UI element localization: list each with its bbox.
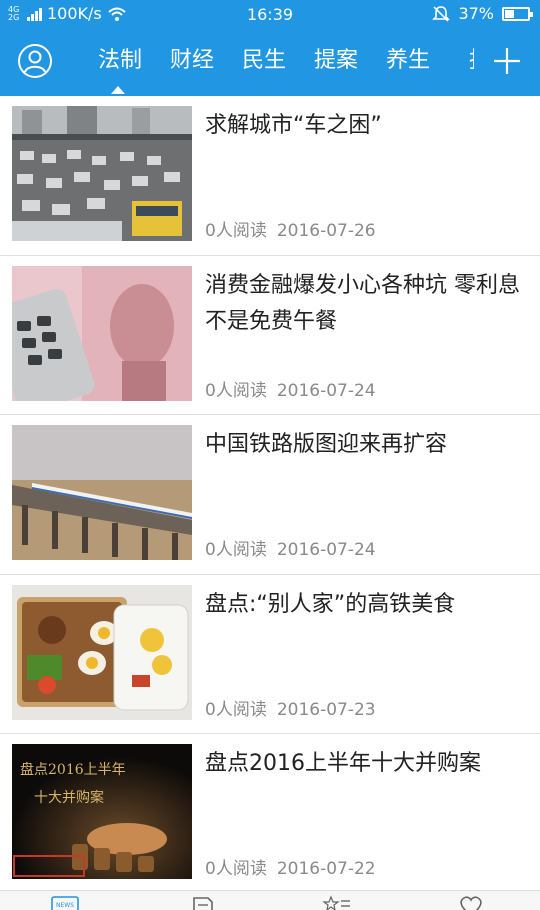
bottom-nav: NEWS	[0, 890, 540, 910]
article-thumbnail-traffic	[12, 106, 192, 241]
read-count: 0人阅读	[205, 221, 267, 241]
publish-date: 2016-07-26	[276, 221, 376, 241]
publish-date: 2016-07-22	[276, 859, 376, 879]
article-meta: 0人阅读 2016-07-26	[205, 216, 376, 241]
read-count: 0人阅读	[205, 859, 267, 879]
publish-date: 2016-07-23	[276, 699, 376, 720]
status-right: 37%	[432, 4, 533, 23]
battery-percent: 37%	[458, 4, 494, 23]
article-title[interactable]: 求解城市“车之困”	[205, 108, 530, 144]
news-icon[interactable]: NEWS	[50, 895, 80, 910]
tab-finance[interactable]: 财经	[156, 30, 228, 96]
tab-proposal[interactable]: 提案	[300, 30, 372, 96]
article-item[interactable]: 盘点:“别人家”的高铁美食 0人阅读 2016-07-23	[0, 575, 540, 734]
plus-icon[interactable]	[492, 46, 522, 76]
document-icon[interactable]	[188, 895, 218, 910]
article-item[interactable]: 中国铁路版图迎来再扩容 0人阅读 2016-07-24	[0, 415, 540, 575]
article-title[interactable]: 盘点:“别人家”的高铁美食	[205, 587, 530, 623]
avatar-icon[interactable]	[17, 43, 53, 79]
tab-law[interactable]: 法制	[84, 30, 156, 96]
article-title[interactable]: 盘点2016上半年十大并购案	[205, 746, 530, 782]
read-count: 0人阅读	[205, 380, 267, 401]
tab-health[interactable]: 养生	[372, 30, 444, 96]
favorites-icon[interactable]	[322, 895, 352, 910]
tab-report[interactable]: 报	[444, 30, 474, 96]
top-nav: 法制财经民生提案养生报	[0, 30, 540, 96]
heart-icon[interactable]	[456, 895, 486, 910]
article-meta: 0人阅读 2016-07-22	[205, 854, 376, 879]
article-meta: 0人阅读 2016-07-24	[205, 376, 376, 401]
thumbnail-caption-line-2: 十大并购案	[34, 789, 104, 806]
article-list: 求解城市“车之困” 0人阅读 2016-07-26 消费金融爆发小心各种坑 零利息…	[0, 96, 540, 894]
news-icon-label: NEWS	[56, 902, 74, 909]
category-tabs: 法制财经民生提案养生报	[84, 30, 474, 96]
battery-fill	[505, 9, 514, 18]
article-item[interactable]: 消费金融爆发小心各种坑 零利息不是免费午餐 0人阅读 2016-07-24	[0, 256, 540, 415]
article-title[interactable]: 中国铁路版图迎来再扩容	[205, 427, 530, 463]
publish-date: 2016-07-24	[276, 380, 376, 401]
thumbnail-caption-line-1: 盘点2016上半年	[20, 761, 126, 778]
article-item[interactable]: 盘点2016上半年 十大并购案 盘点2016上半年十大并购案 0人阅读 2016-…	[0, 734, 540, 894]
article-title[interactable]: 消费金融爆发小心各种坑 零利息不是免费午餐	[205, 268, 530, 340]
publish-date: 2016-07-24	[276, 540, 376, 560]
article-thumbnail-merger: 盘点2016上半年 十大并购案	[12, 744, 192, 879]
battery-icon	[502, 6, 533, 21]
read-count: 0人阅读	[205, 699, 267, 720]
article-thumbnail-bento	[12, 584, 192, 720]
article-meta: 0人阅读 2016-07-23	[205, 695, 376, 720]
article-thumbnail-money	[12, 265, 192, 401]
article-item[interactable]: 求解城市“车之困” 0人阅读 2016-07-26	[0, 96, 540, 256]
tab-livelihood[interactable]: 民生	[228, 30, 300, 96]
article-thumbnail-train	[12, 425, 192, 560]
read-count: 0人阅读	[205, 540, 267, 560]
status-bar: 4G 2G 100K/s 16:39 37%	[0, 0, 540, 30]
mute-bell-icon	[432, 5, 451, 22]
article-meta: 0人阅读 2016-07-24	[205, 535, 376, 560]
